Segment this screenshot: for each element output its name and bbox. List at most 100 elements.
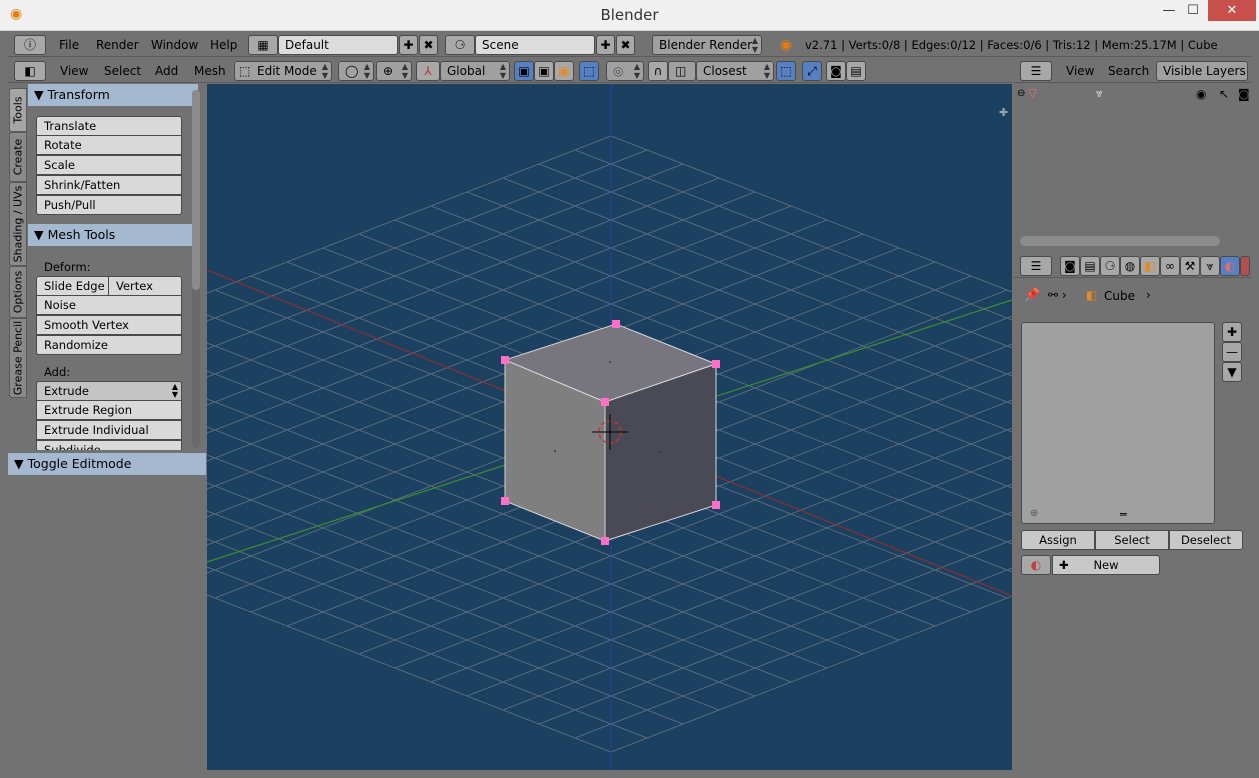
toggle-editmode-panel-header[interactable]: ▼ Toggle Editmode	[8, 453, 206, 475]
close-button[interactable]: ✕	[1208, 0, 1256, 21]
editor-type-info-button[interactable]: ⓘ	[14, 35, 46, 55]
menu-mesh[interactable]: Mesh	[194, 59, 226, 83]
modifiers-tab[interactable]: ⚒	[1180, 256, 1200, 276]
extrude-region-button[interactable]: Extrude Region	[36, 400, 182, 420]
menu-select[interactable]: Select	[104, 59, 141, 83]
material-browse-button[interactable]: ◐	[1021, 555, 1051, 575]
editor-type-3dview-button[interactable]: ◧	[14, 61, 46, 81]
opengl-render-button[interactable]: ◙	[826, 61, 846, 81]
delete-layout-button[interactable]: ✖	[419, 35, 438, 55]
editor-type-outliner-button[interactable]: ☰	[1020, 61, 1052, 81]
slide-vertex-button[interactable]: Vertex	[108, 276, 182, 296]
render-engine-dropdown[interactable]: Blender Render ▲ ▼	[652, 35, 762, 55]
orientation-dropdown[interactable]: Global ▲ ▼	[440, 61, 510, 81]
material-specials-button[interactable]: ▼	[1222, 362, 1242, 382]
display-mode-dropdown[interactable]: Visible Layers	[1156, 61, 1248, 81]
shelf-scrollbar-track[interactable]	[192, 90, 200, 448]
extrude-individual-button[interactable]: Extrude Individual	[36, 420, 182, 440]
outliner-horizontal-scrollbar[interactable]	[1020, 236, 1220, 246]
menu-window[interactable]: Window	[151, 33, 198, 57]
vertex[interactable]	[712, 501, 720, 509]
subdivide-button[interactable]: Subdivide	[36, 440, 182, 450]
vertex[interactable]	[501, 497, 509, 505]
menu-help[interactable]: Help	[210, 33, 237, 57]
tab-create[interactable]: Create	[9, 132, 27, 182]
tab-shading-uvs[interactable]: Shading / UVs	[9, 182, 27, 266]
tab-tools[interactable]: Tools	[9, 88, 27, 132]
render-tab[interactable]: ◙	[1060, 256, 1080, 276]
mesh-object-icon[interactable]: ▽	[1028, 86, 1037, 100]
pin-icon[interactable]: 📌	[1024, 288, 1040, 303]
transform-panel-header[interactable]: ▼ Transform	[28, 84, 198, 106]
mesh-tools-panel-header[interactable]: ▼ Mesh Tools	[28, 224, 198, 246]
translate-button[interactable]: Translate	[36, 116, 182, 136]
pivot-point-dropdown[interactable]: ⊕ ▲ ▼	[376, 61, 412, 81]
delete-scene-button[interactable]: ✖	[616, 35, 635, 55]
screen-layout-field[interactable]: Default	[278, 35, 398, 55]
new-material-button[interactable]: ✚ New	[1052, 555, 1160, 575]
manipulator-toggle[interactable]: ⅄	[416, 61, 440, 81]
slide-edge-button[interactable]: Slide Edge	[36, 276, 109, 296]
menu-add[interactable]: Add	[155, 59, 178, 83]
shrink-fatten-button[interactable]: Shrink/Fatten	[36, 175, 182, 195]
outliner-menu-search[interactable]: Search	[1108, 59, 1149, 83]
minimize-button[interactable]: —	[1158, 0, 1180, 24]
snap-element-dropdown[interactable]: ◫	[668, 61, 696, 81]
snap-project-toggle[interactable]: ⤢	[802, 61, 822, 81]
maximize-button[interactable]: ☐	[1182, 0, 1204, 24]
smooth-vertex-button[interactable]: Smooth Vertex	[36, 315, 182, 335]
extrude-dropdown[interactable]: Extrude ▲ ▼	[36, 381, 182, 401]
vertex[interactable]	[601, 537, 609, 545]
add-slot-plus-icon[interactable]: ⊕	[1030, 508, 1038, 519]
rotate-button[interactable]: Rotate	[36, 135, 182, 155]
screen-layout-browse-button[interactable]: ▦	[248, 35, 278, 55]
renderable-camera-icon[interactable]: ◙	[1238, 87, 1250, 101]
texture-tab[interactable]	[1240, 256, 1250, 276]
world-tab[interactable]: ◍	[1120, 256, 1140, 276]
menu-file[interactable]: File	[59, 33, 79, 57]
menu-render[interactable]: Render	[96, 33, 139, 57]
snap-toggle[interactable]: ∩	[648, 61, 668, 81]
viewport-shading-dropdown[interactable]: ◯ ▲ ▼	[338, 61, 374, 81]
material-slots-list[interactable]: ⊕ ═	[1021, 322, 1215, 524]
mode-dropdown[interactable]: ⬚ Edit Mode ▲ ▼	[234, 61, 332, 81]
add-material-slot-button[interactable]: ✚	[1222, 322, 1242, 342]
vertex[interactable]	[612, 320, 620, 328]
scene-browse-button[interactable]: ⚆	[445, 35, 475, 55]
render-layers-tab[interactable]: ▤	[1080, 256, 1100, 276]
scene-tab[interactable]: ⚆	[1100, 256, 1120, 276]
vertex[interactable]	[601, 398, 609, 406]
shelf-scrollbar-thumb[interactable]	[192, 90, 200, 290]
material-tab[interactable]: ◐	[1220, 256, 1240, 276]
3d-viewport[interactable]: ✚	[207, 84, 1012, 770]
expand-icon[interactable]: ⊖	[1017, 88, 1025, 99]
face-select-toggle[interactable]: ▣	[554, 61, 574, 81]
edge-select-toggle[interactable]: ▣	[534, 61, 554, 81]
select-button[interactable]: Select	[1095, 530, 1169, 550]
tab-options[interactable]: Options	[9, 266, 27, 318]
snap-align-toggle[interactable]: ⬚	[776, 61, 796, 81]
visibility-eye-icon[interactable]: ◉	[1196, 87, 1206, 101]
vertex[interactable]	[501, 356, 509, 364]
vertex-select-toggle[interactable]: ▣	[514, 61, 534, 81]
selectable-cursor-icon[interactable]: ↖	[1219, 87, 1229, 101]
list-resize-grip-icon[interactable]: ═	[1120, 508, 1127, 521]
opengl-anim-button[interactable]: ▤	[846, 61, 866, 81]
data-tab[interactable]: ⩔	[1200, 256, 1220, 276]
viewport-corner-plus-icon[interactable]: ✚	[999, 106, 1008, 119]
editor-type-properties-button[interactable]: ☰	[1020, 256, 1052, 276]
add-scene-button[interactable]: ✚	[596, 35, 615, 55]
push-pull-button[interactable]: Push/Pull	[36, 195, 182, 215]
outliner-menu-view[interactable]: View	[1066, 59, 1094, 83]
limit-selection-toggle[interactable]: ⬚	[579, 61, 599, 81]
remove-material-slot-button[interactable]: —	[1222, 342, 1242, 362]
noise-button[interactable]: Noise	[36, 295, 182, 315]
tab-grease-pencil[interactable]: Grease Pencil	[9, 318, 27, 398]
add-layout-button[interactable]: ✚	[399, 35, 418, 55]
modifier-icon[interactable]: ⩔	[1096, 86, 1103, 101]
menu-view[interactable]: View	[60, 59, 88, 83]
randomize-button[interactable]: Randomize	[36, 335, 182, 355]
deselect-button[interactable]: Deselect	[1169, 530, 1243, 550]
proportional-edit-dropdown[interactable]: ◎ ▲ ▼	[606, 61, 644, 81]
object-tab[interactable]: ◧	[1140, 256, 1160, 276]
